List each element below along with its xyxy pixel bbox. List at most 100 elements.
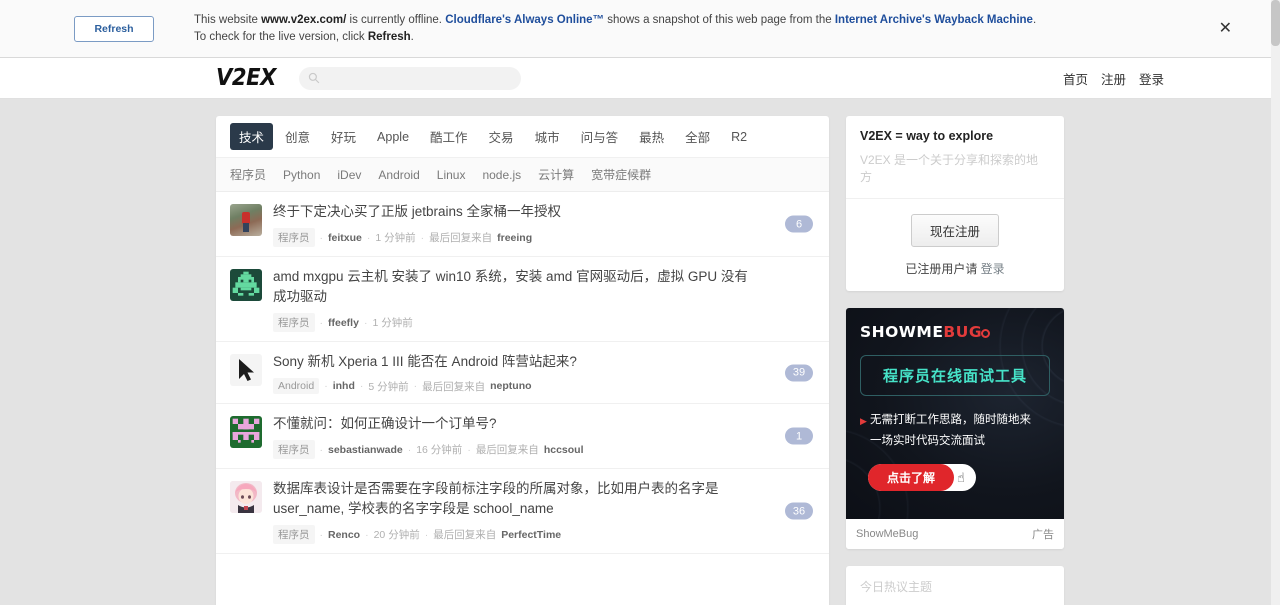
tab-creative[interactable]: 创意 <box>276 123 319 150</box>
topic-node[interactable]: 程序员 <box>273 228 315 247</box>
tab-qna[interactable]: 问与答 <box>572 123 628 150</box>
topic-title[interactable]: 数据库表设计是否需要在字段前标注字段的所属对象，比如用户表的名字是 user_n… <box>273 479 755 519</box>
subtab-cloud[interactable]: 云计算 <box>538 166 574 183</box>
tab-hot[interactable]: 最热 <box>630 123 673 150</box>
meta-separator: · <box>420 231 425 244</box>
register-button[interactable]: 现在注册 <box>910 214 999 247</box>
intro-subtitle: V2EX 是一个关于分享和探索的地方 <box>860 153 1039 184</box>
showmebug-logo: SHOWMEBUG <box>860 323 1050 341</box>
tab-tech[interactable]: 技术 <box>230 123 274 150</box>
topic-meta: 程序员 · feitxue · 1 分钟前 · 最后回复来自 freeing <box>273 228 755 247</box>
topic-row[interactable]: 终于下定决心买了正版 jetbrains 全家桶一年授权 程序员 · feitx… <box>216 192 829 257</box>
topic-meta: 程序员 · sebastianwade · 16 分钟前 · 最后回复来自 hc… <box>273 440 755 459</box>
subtab-linux[interactable]: Linux <box>437 168 466 182</box>
ad-copy: ▶ 无需打断工作思路，随时随地来 一场实时代码交流面试 <box>860 410 1050 452</box>
reply-count-badge[interactable]: 36 <box>785 502 813 520</box>
meta-separator: · <box>366 231 371 244</box>
avatar[interactable] <box>230 269 262 301</box>
subtab-python[interactable]: Python <box>283 168 320 182</box>
subtab-programmer[interactable]: 程序员 <box>230 166 266 183</box>
tab-play[interactable]: 好玩 <box>322 123 365 150</box>
subtab-android[interactable]: Android <box>378 168 419 182</box>
avatar[interactable] <box>230 354 262 386</box>
v2ex-logo[interactable]: V2EX <box>216 65 276 91</box>
banner-line1-mid: is currently offline. <box>346 13 446 26</box>
search-box[interactable] <box>299 66 522 90</box>
ad-label: 广告 <box>1032 529 1054 541</box>
scrollbar-thumb[interactable] <box>1271 0 1280 46</box>
login-line: 已注册用户请 登录 <box>860 260 1050 277</box>
reply-count-badge[interactable]: 39 <box>785 364 813 381</box>
ad-card[interactable]: SHOWMEBUG 程序员在线面试工具 ▶ 无需打断工作思路，随时随地来 一场实… <box>846 308 1064 549</box>
topic-time: 1 分钟前 <box>375 232 416 244</box>
topic-row[interactable]: 数据库表设计是否需要在字段前标注字段的所属对象，比如用户表的名字是 user_n… <box>216 469 829 554</box>
secondary-tabs: 程序员 Python iDev Android Linux node.js 云计… <box>216 157 829 192</box>
cloudflare-always-online-link[interactable]: Cloudflare's Always Online™ <box>445 14 604 26</box>
subtab-nodejs[interactable]: node.js <box>482 168 521 182</box>
search-icon <box>309 72 320 84</box>
subtab-broadband[interactable]: 宽带症候群 <box>591 166 651 183</box>
meta-separator: · <box>319 231 324 244</box>
search-input[interactable] <box>325 71 506 85</box>
meta-separator: · <box>324 380 328 392</box>
topic-author[interactable]: Renco <box>328 529 360 541</box>
topic-node[interactable]: 程序员 <box>273 313 315 332</box>
avatar[interactable] <box>230 416 262 448</box>
topic-last-replier[interactable]: hccsoul <box>544 444 584 456</box>
tab-deals[interactable]: 交易 <box>480 123 523 150</box>
login-prefix: 已注册用户请 <box>905 262 978 276</box>
reply-count-badge[interactable]: 6 <box>785 215 813 233</box>
topic-row[interactable]: 不懂就问：如何正确设计一个订单号? 程序员 · sebastianwade · … <box>216 404 829 469</box>
topic-node[interactable]: Android <box>273 378 320 394</box>
main-column: 技术 创意 好玩 Apple 酷工作 交易 城市 问与答 最热 全部 R2 程序… <box>216 116 829 605</box>
topic-time: 20 分钟前 <box>373 529 420 541</box>
primary-tabs: 技术 创意 好玩 Apple 酷工作 交易 城市 问与答 最热 全部 R2 <box>216 116 829 157</box>
pixel-identicon-icon <box>232 418 260 443</box>
topic-title[interactable]: 不懂就问：如何正确设计一个订单号? <box>273 414 755 434</box>
topic-author[interactable]: feitxue <box>328 232 362 244</box>
topic-last-replier[interactable]: PerfectTime <box>501 529 561 541</box>
banner-line2-bold: Refresh <box>367 30 411 43</box>
intro-title: V2EX = way to explore <box>860 129 994 143</box>
refresh-button[interactable]: Refresh <box>74 15 154 42</box>
hot-topics-card: 今日热议主题 VioEye: 查看某个 app 的请求的域名和 IP [发放兑换… <box>846 566 1064 605</box>
page-scrollbar[interactable] <box>1271 0 1280 605</box>
reply-count-badge[interactable]: 1 <box>785 427 813 445</box>
ad-line-1: 无需打断工作思路，随时随地来 <box>870 414 1031 426</box>
topic-last-replier[interactable]: freeing <box>497 232 532 244</box>
nav-login[interactable]: 登录 <box>1139 69 1164 88</box>
subtab-idev[interactable]: iDev <box>337 168 361 182</box>
tab-city[interactable]: 城市 <box>526 123 569 150</box>
tab-r2[interactable]: R2 <box>722 126 756 148</box>
topic-node[interactable]: 程序员 <box>273 525 315 544</box>
topic-row[interactable]: amd mxgpu 云主机 安装了 win10 系统，安装 amd 官网驱动后，… <box>216 257 829 342</box>
ad-cta-button[interactable]: 点击了解 <box>868 464 954 491</box>
close-icon[interactable]: ✕ <box>1219 20 1232 37</box>
ad-creative[interactable]: SHOWMEBUG 程序员在线面试工具 ▶ 无需打断工作思路，随时随地来 一场实… <box>846 308 1064 519</box>
tab-all[interactable]: 全部 <box>676 123 719 150</box>
topic-node[interactable]: 程序员 <box>273 440 315 459</box>
wayback-machine-link[interactable]: Internet Archive's Wayback Machine <box>835 14 1033 26</box>
avatar[interactable] <box>230 481 262 513</box>
tab-jobs[interactable]: 酷工作 <box>421 123 477 150</box>
nav-register[interactable]: 注册 <box>1101 69 1126 88</box>
topic-title[interactable]: amd mxgpu 云主机 安装了 win10 系统，安装 amd 官网驱动后，… <box>273 267 755 307</box>
topic-author[interactable]: sebastianwade <box>328 444 403 456</box>
topic-row[interactable]: Sony 新机 Xperia 1 III 能否在 Android 阵营站起来? … <box>216 342 829 404</box>
meta-separator: · <box>413 380 418 392</box>
login-link[interactable]: 登录 <box>981 262 1005 276</box>
topic-last-replier[interactable]: neptuno <box>490 380 531 392</box>
topic-title[interactable]: Sony 新机 Xperia 1 III 能否在 Android 阵营站起来? <box>273 352 755 372</box>
page-wrap: 技术 创意 好玩 Apple 酷工作 交易 城市 问与答 最热 全部 R2 程序… <box>216 99 1064 605</box>
sidebar: V2EX = way to explore V2EX 是一个关于分享和探索的地方… <box>846 116 1064 605</box>
bug-dot-icon <box>981 329 991 338</box>
topic-title[interactable]: 终于下定决心买了正版 jetbrains 全家桶一年授权 <box>273 202 755 222</box>
ad-cta-wrap[interactable]: 点击了解 ☝ <box>868 464 976 491</box>
avatar[interactable] <box>230 204 262 236</box>
nav-home[interactable]: 首页 <box>1063 69 1088 88</box>
topic-reply-prefix: 最后回复来自 <box>422 380 486 393</box>
tab-apple[interactable]: Apple <box>368 126 418 148</box>
topic-author[interactable]: inhd <box>333 380 355 392</box>
topic-meta: 程序员 · ffeefly · 1 分钟前 <box>273 313 755 332</box>
topic-author[interactable]: ffeefly <box>328 317 359 329</box>
